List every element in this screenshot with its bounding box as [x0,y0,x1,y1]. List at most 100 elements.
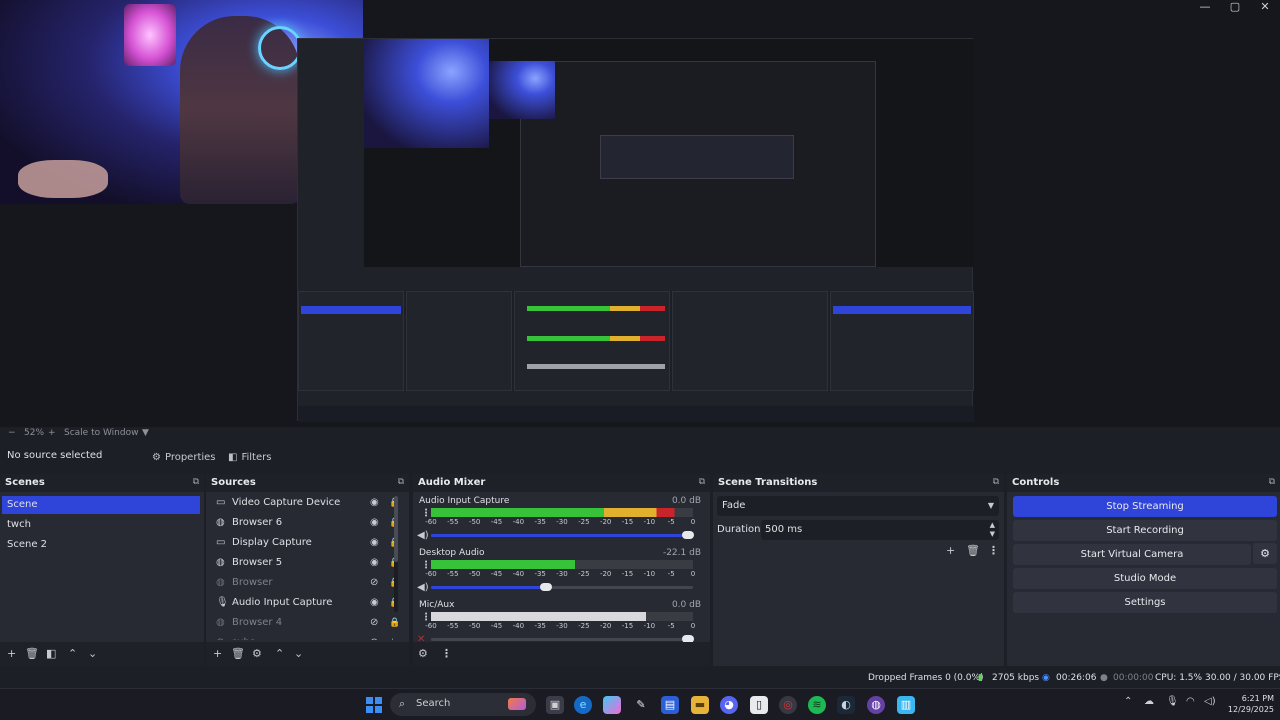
lock-icon[interactable]: 🔒 [389,614,400,632]
obs-icon[interactable]: ◎ [779,696,797,714]
add-source-icon[interactable]: + [213,647,222,660]
scale-mode-caret-icon[interactable]: ▼ [142,428,149,438]
scene-item[interactable]: Scene 2 [2,536,200,554]
wifi-icon[interactable]: ◠ [1186,696,1195,707]
source-label: Browser 5 [232,557,283,568]
status-bar: Dropped Frames 0 (0.0%) ▮ 2705 kbps ◉ 00… [0,670,1280,688]
move-up-icon[interactable]: ⌃ [275,647,284,660]
eye-icon[interactable]: ◉ [370,534,379,552]
speaker-icon[interactable]: ◀) [417,582,429,593]
remove-transition-icon[interactable]: 🗑 [966,544,980,557]
taskbar-search[interactable]: ⌕ Search [390,693,536,716]
discord-icon[interactable]: ◕ [720,696,738,714]
volume-slider[interactable] [431,635,694,643]
undock-icon[interactable]: ⧉ [993,477,999,487]
edge-icon[interactable]: e [574,696,592,714]
volume-slider[interactable] [431,583,693,591]
transition-menu-icon[interactable]: ⋮ [988,544,999,557]
sources-scrollbar[interactable] [394,496,398,612]
start-virtual-camera-button[interactable]: Start Virtual Camera [1013,544,1251,565]
start-recording-button[interactable]: Start Recording [1013,520,1277,541]
nested-transitions [672,291,828,391]
source-item[interactable]: ◍ subs ⊘ 🔒 [208,634,393,640]
spinner-icon[interactable]: ▲ ▼ [990,521,995,539]
advanced-audio-icon[interactable]: ⚙ [418,647,428,660]
stream-preview[interactable] [0,0,1280,427]
source-item[interactable]: ◍Browser 6◉🔒 [208,514,400,532]
source-item[interactable]: ◍ Browser 4 ⊘ 🔒 [208,614,400,632]
source-item[interactable]: ▭Video Capture Device◉🔒 [208,494,400,512]
spotify-icon[interactable]: ≋ [808,696,826,714]
volume-knob[interactable] [540,583,553,591]
task-view-icon[interactable]: ▣ [546,696,564,714]
cloud-icon[interactable]: ☁ [1144,696,1154,707]
scale-mode-select[interactable]: Scale to Window [64,428,138,438]
virtual-camera-settings-icon[interactable]: ⚙ [1253,543,1277,564]
move-up-icon[interactable]: ⌃ [68,647,77,660]
properties-button[interactable]: ⚙ Properties [146,447,222,467]
sources-footer: + 🗑 ⚙ ⌃ ⌄ [206,642,409,666]
maximize-button[interactable]: ▢ [1220,0,1250,14]
eye-off-icon[interactable]: ⊘ [370,614,378,632]
source-properties-icon[interactable]: ⚙ [252,647,262,660]
gear-icon: ⚙ [152,451,161,463]
source-item[interactable]: ◍Browser⊘🔒 [208,574,400,592]
audio-mixer-dock: Audio Mixer ⧉ Audio Input Capture 0.0 dB ⋮… [413,474,710,666]
undock-icon[interactable]: ⧉ [398,477,404,487]
eye-icon[interactable]: ◉ [370,514,379,532]
minimize-button[interactable]: — [1190,0,1220,14]
store-icon[interactable]: ▤ [661,696,679,714]
filter-scene-icon[interactable]: ◧ [46,647,56,660]
tray-chevron-icon[interactable]: ⌃ [1124,696,1132,707]
twitch-icon[interactable]: ◍ [867,696,885,714]
copilot-icon[interactable] [603,696,621,714]
remove-source-icon[interactable]: 🗑 [231,647,245,660]
volume-knob[interactable] [681,531,694,539]
eye-off-icon[interactable]: ⊘ [370,634,378,640]
taskbar-clock[interactable]: 6:21 PM 12/29/2025 [1222,693,1274,715]
zoom-plus-icon[interactable]: + [48,428,56,438]
scene-item[interactable]: Scene [2,496,200,514]
windows-start-icon[interactable] [366,697,382,713]
duration-input[interactable]: 500 ms ▲ ▼ [761,520,999,540]
file-explorer-icon[interactable]: ▬ [691,696,709,714]
filters-button[interactable]: ◧ Filters [222,447,277,467]
eye-icon[interactable]: ◉ [370,494,379,512]
volume-icon[interactable]: ◁) [1204,696,1216,707]
bitrate: 2705 kbps [992,673,1040,683]
transition-select[interactable]: Fade ▼ [717,496,999,516]
close-button[interactable]: ✕ [1250,0,1280,14]
move-down-icon[interactable]: ⌄ [294,647,303,660]
source-item[interactable]: 🎙Audio Input Capture◉🔒 [208,594,400,612]
remove-scene-icon[interactable]: 🗑 [25,647,39,660]
eye-icon[interactable]: ◉ [370,554,379,572]
zoom-minus-icon[interactable]: − [8,428,16,438]
move-down-icon[interactable]: ⌄ [88,647,97,660]
add-transition-icon[interactable]: + [946,544,955,557]
source-item[interactable]: ▭Display Capture◉🔒 [208,534,400,552]
pen-icon[interactable]: ✎ [632,696,650,714]
add-scene-icon[interactable]: + [7,647,16,660]
scale-tick: -60 [425,518,437,526]
sources-dock: Sources ⧉ ▭ Video Capture Device ◉ 🔒 ◍ Browse… [206,474,409,666]
speaker-icon[interactable]: ◀) [417,530,429,541]
undock-icon[interactable]: ⧉ [193,477,199,487]
source-item[interactable]: ◍Browser 5◉🔒 [208,554,400,572]
undock-icon[interactable]: ⧉ [1269,477,1275,487]
eye-off-icon[interactable]: ⊘ [370,574,378,592]
mixer-menu-icon[interactable]: ⋮ [441,647,452,660]
steam-icon[interactable]: ◐ [837,696,855,714]
microphone-icon[interactable]: 🎙 [1166,696,1179,707]
app-icon[interactable]: ▥ [897,696,915,714]
notepad-icon[interactable]: ▯ [750,696,768,714]
studio-mode-button[interactable]: Studio Mode [1013,568,1277,589]
volume-slider[interactable] [431,531,694,539]
stop-streaming-button[interactable]: Stop Streaming [1013,496,1277,517]
scale-tick: -35 [534,570,546,578]
scene-transitions-header: Scene Transitions ⧉ [713,474,1004,492]
eye-icon[interactable]: ◉ [370,594,379,612]
scene-item[interactable]: twch [2,516,200,534]
undock-icon[interactable]: ⧉ [699,477,705,487]
lock-icon[interactable]: 🔒 [389,634,393,640]
settings-button[interactable]: Settings [1013,592,1277,613]
